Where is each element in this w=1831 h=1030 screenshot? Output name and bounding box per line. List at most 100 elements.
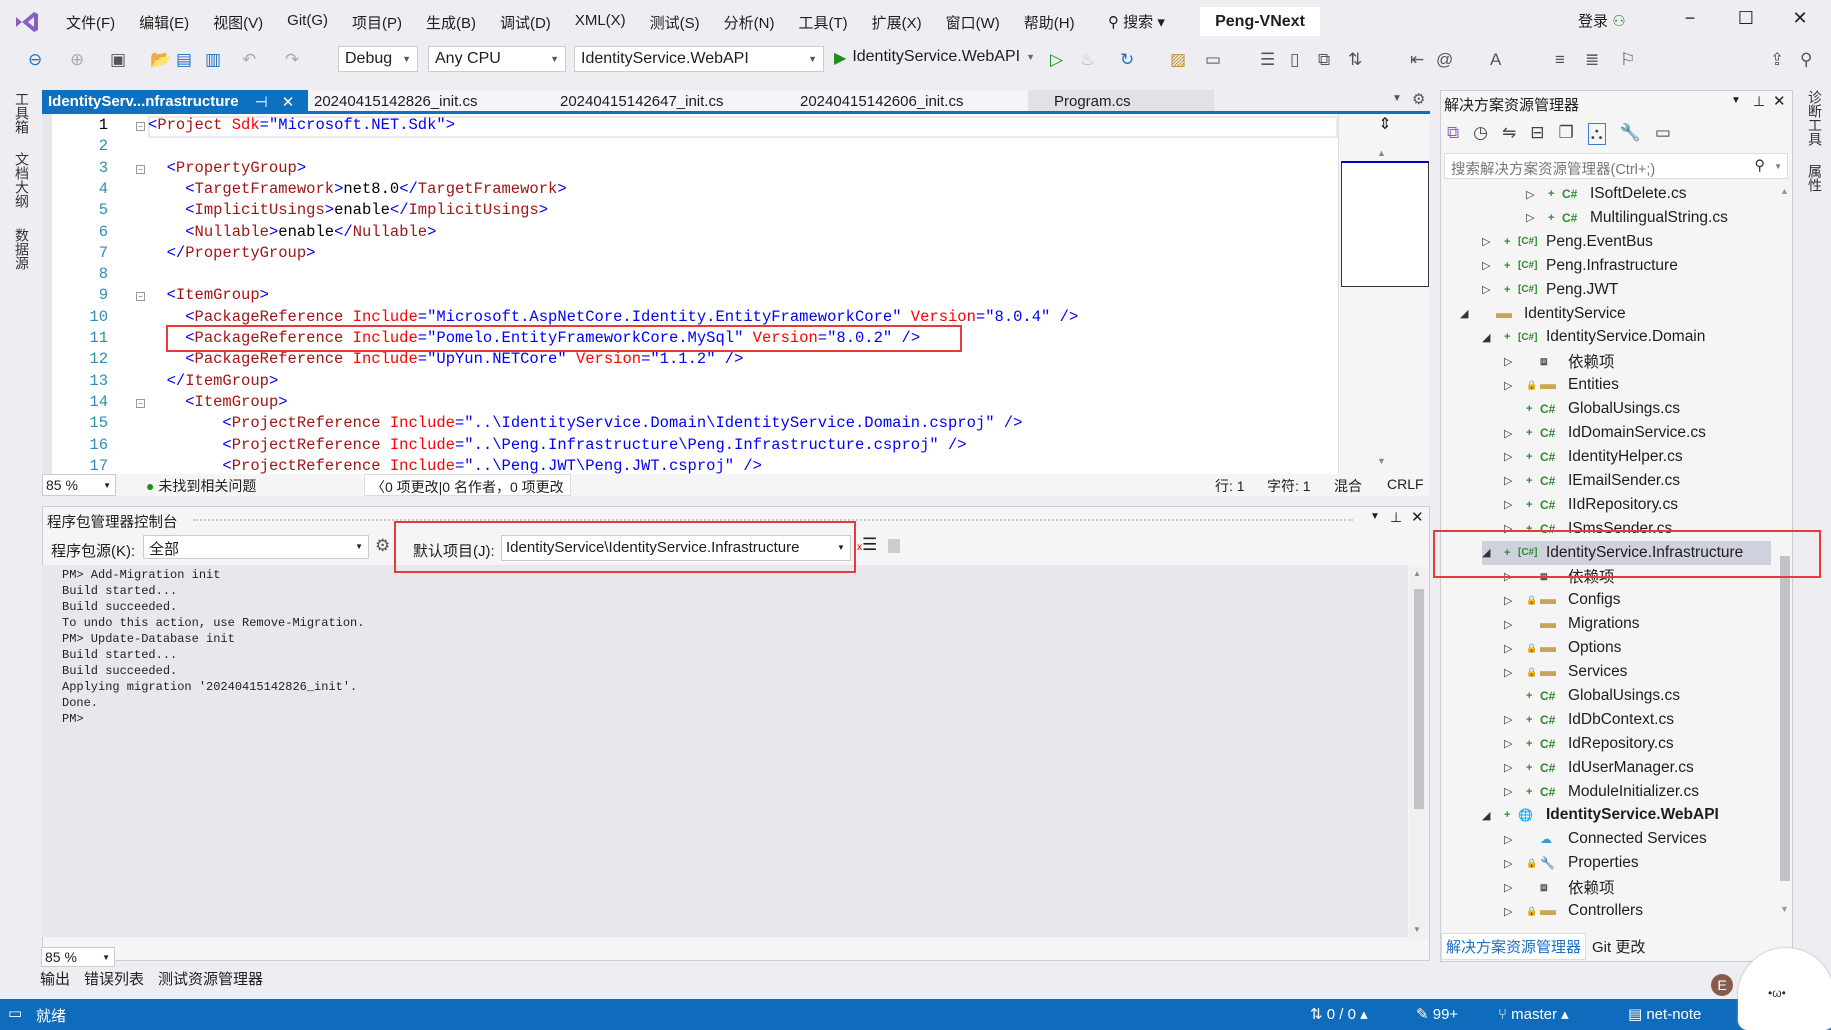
fold-toggle-icon[interactable]: − — [136, 398, 145, 408]
tree-item[interactable]: ▷ + C# ModuleInitializer.cs — [1504, 780, 1699, 804]
close-tab-icon[interactable]: ✕ — [282, 93, 295, 111]
pending-changes-filter-icon[interactable]: ◷ — [1473, 123, 1488, 145]
document-outline-tab[interactable]: 文档大纲 — [12, 152, 32, 208]
tree-item[interactable]: ◢ ▬ IdentityService — [1460, 302, 1626, 326]
menu-item[interactable]: 调试(D) — [488, 12, 563, 33]
branch-selector[interactable]: ⑂ master ▴ — [1498, 1005, 1569, 1023]
pending-edits[interactable]: ✎ 99+ — [1416, 1005, 1458, 1023]
tree-item[interactable]: ▷ ⧈ 依赖项 — [1504, 349, 1615, 373]
forward-icon[interactable]: ⊕ — [70, 50, 84, 70]
tree-item[interactable]: ▷ + [C#] Peng.Infrastructure — [1482, 254, 1678, 278]
split-editor-icon[interactable]: ⇕ — [1339, 114, 1431, 140]
diagnostic-tools-tab[interactable]: 诊断工具 — [1805, 90, 1825, 146]
collapsed-arrow-icon[interactable]: ▷ — [1482, 235, 1504, 248]
tree-item[interactable]: ▷ ⧈ 依赖项 — [1504, 875, 1615, 899]
tree-item[interactable]: ▷ + [C#] Peng.EventBus — [1482, 230, 1653, 254]
collapsed-arrow-icon[interactable]: ▷ — [1482, 259, 1504, 272]
collapsed-arrow-icon[interactable]: ▷ — [1504, 427, 1526, 440]
collapsed-arrow-icon[interactable]: ▷ — [1504, 785, 1526, 798]
tree-item[interactable]: ▷ + [C#] Peng.JWT — [1482, 278, 1618, 302]
collapsed-arrow-icon[interactable]: ▷ — [1504, 713, 1526, 726]
tree-item[interactable]: + C# GlobalUsings.cs — [1504, 397, 1680, 421]
open-folder-icon[interactable]: 📂 — [150, 50, 171, 70]
menu-item[interactable]: 扩展(X) — [860, 12, 934, 33]
save-all-icon[interactable]: ▥ — [205, 50, 221, 70]
menu-item[interactable]: XML(X) — [563, 12, 638, 33]
visual-studio-logo-icon[interactable] — [14, 9, 40, 35]
collapsed-arrow-icon[interactable]: ▷ — [1504, 498, 1526, 511]
at-icon[interactable]: @ — [1436, 50, 1453, 70]
expanded-arrow-icon[interactable]: ◢ — [1460, 307, 1482, 320]
menu-item[interactable]: 窗口(W) — [934, 12, 1012, 33]
maximize-button[interactable]: ☐ — [1726, 8, 1766, 36]
collapse-all-icon[interactable]: ⊟ — [1530, 123, 1544, 145]
collapsed-arrow-icon[interactable]: ▷ — [1504, 618, 1526, 631]
tree-item[interactable]: + C# GlobalUsings.cs — [1504, 684, 1680, 708]
git-changes-indicator[interactable]: 〈0 项更改|0 名作者，0 项更改 — [364, 474, 571, 496]
close-window-button[interactable]: ✕ — [1780, 8, 1820, 36]
minimap-viewport[interactable] — [1341, 161, 1429, 287]
tree-item[interactable]: ▷ + C# MultilingualString.cs — [1526, 206, 1728, 230]
tree-item[interactable]: ▷ + C# IdUserManager.cs — [1504, 756, 1694, 780]
menu-item[interactable]: 工具(T) — [786, 12, 859, 33]
collapsed-arrow-icon[interactable]: ▷ — [1504, 666, 1526, 679]
collapsed-arrow-icon[interactable]: ▷ — [1504, 594, 1526, 607]
view-code-icon[interactable]: ▭ — [1655, 123, 1671, 145]
line-number[interactable]: 行: 1 — [1215, 476, 1245, 496]
collapsed-arrow-icon[interactable]: ▷ — [1504, 857, 1526, 870]
menu-item[interactable]: 视图(V) — [201, 12, 275, 33]
menu-item[interactable]: Git(G) — [275, 12, 340, 33]
refresh-icon[interactable]: ↻ — [1120, 50, 1134, 70]
collapsed-arrow-icon[interactable]: ▷ — [1504, 379, 1526, 392]
new-item-icon[interactable]: ▣ — [110, 50, 126, 70]
start-debug-button[interactable]: ▶ IdentityService.WebAPI ▼ — [834, 48, 1035, 68]
panel-menu-icon[interactable]: ▼ — [1731, 95, 1741, 106]
tree-item[interactable]: ▷ 🔒 ▬ Configs — [1504, 588, 1621, 612]
pin-icon[interactable]: ⊣ — [255, 93, 268, 111]
tab-git-changes[interactable]: Git 更改 — [1586, 933, 1651, 960]
collapsed-arrow-icon[interactable]: ▷ — [1526, 188, 1548, 201]
start-without-debug-icon[interactable]: ▷ — [1050, 50, 1063, 70]
properties-wrench-icon[interactable]: 🔧 — [1620, 123, 1641, 145]
tree-item[interactable]: ▷ ☁ Connected Services — [1504, 827, 1707, 851]
whitespace-mode[interactable]: 混合 — [1334, 476, 1362, 496]
collapsed-arrow-icon[interactable]: ▷ — [1504, 905, 1526, 918]
collapsed-arrow-icon[interactable]: ▷ — [1504, 881, 1526, 894]
preview-selected-icon[interactable]: ⛬ — [1587, 123, 1606, 145]
menu-item[interactable]: 项目(P) — [340, 12, 414, 33]
collapsed-arrow-icon[interactable]: ▷ — [1504, 642, 1526, 655]
menu-item[interactable]: 测试(S) — [638, 12, 712, 33]
show-all-files-icon[interactable]: ❐ — [1558, 123, 1573, 145]
tree-item[interactable]: ▷ + C# IdDbContext.cs — [1504, 708, 1674, 732]
tree-item[interactable]: ◢ + [C#] IdentityService.Domain — [1482, 325, 1705, 349]
tab-solution-explorer[interactable]: 解决方案资源管理器 — [1441, 933, 1587, 960]
column-number[interactable]: 字符: 1 — [1267, 476, 1311, 496]
console-scrollbar[interactable]: ▲ ▼ — [1409, 567, 1429, 939]
collapsed-arrow-icon[interactable]: ▷ — [1504, 761, 1526, 774]
tree-item[interactable]: ▷ + C# IdRepository.cs — [1504, 732, 1674, 756]
console-output[interactable]: PM> Add-Migration init Build started... Bu… — [42, 565, 1408, 937]
fold-toggle-icon[interactable]: − — [136, 164, 145, 174]
git-sync-status[interactable]: ⇅ 0 / 0 ▴ — [1310, 1005, 1368, 1023]
issues-indicator[interactable]: ● 未找到相关问题 — [146, 476, 256, 496]
browse-folder-icon[interactable]: ▨ — [1170, 50, 1186, 70]
properties-tab[interactable]: 属性 — [1805, 164, 1825, 192]
menu-item[interactable]: 帮助(H) — [1012, 12, 1087, 33]
tree-item[interactable]: ▷ ▬ Migrations — [1504, 612, 1640, 636]
menu-item[interactable]: 生成(B) — [414, 12, 488, 33]
share-icon[interactable]: ⇪ — [1770, 50, 1784, 70]
list-icon[interactable]: ☰ — [1260, 50, 1275, 70]
comment-icon[interactable]: ≡ — [1555, 50, 1565, 70]
package-source-dropdown[interactable]: 全部 ▼ — [143, 535, 369, 559]
platform-dropdown[interactable]: Any CPU ▼ — [428, 46, 566, 72]
sort-icon[interactable]: ⇅ — [1348, 50, 1362, 70]
repository-selector[interactable]: ▤ net-note — [1628, 1005, 1701, 1023]
feedback-icon[interactable]: ⚲ — [1800, 50, 1812, 70]
expanded-arrow-icon[interactable]: ◢ — [1482, 809, 1504, 822]
format-icon[interactable]: A — [1490, 50, 1501, 70]
uncomment-icon[interactable]: ≣ — [1585, 50, 1599, 70]
collapsed-arrow-icon[interactable]: ▷ — [1482, 283, 1504, 296]
outdent-icon[interactable]: ⇤ — [1410, 50, 1424, 70]
minimize-button[interactable]: − — [1670, 8, 1710, 36]
tab-init-142826[interactable]: 20240415142826_init.cs — [308, 90, 548, 113]
